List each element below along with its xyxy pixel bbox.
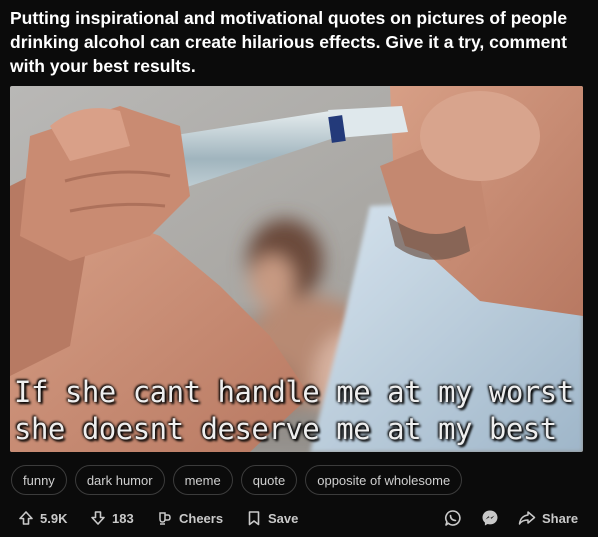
arrow-down-icon <box>91 511 105 525</box>
upvote-count: 5.9K <box>40 510 68 526</box>
bookmark-icon <box>248 511 260 526</box>
tag-quote[interactable]: quote <box>240 465 298 495</box>
downvote-button[interactable]: 183 <box>90 504 134 532</box>
arrow-up-icon <box>19 511 33 525</box>
tag-funny[interactable]: funny <box>11 465 67 495</box>
tag-meme[interactable]: meme <box>172 465 233 495</box>
post-card: Putting inspirational and motivational q… <box>0 0 598 537</box>
cheers-icon <box>159 512 171 525</box>
share-button[interactable]: Share <box>518 504 578 532</box>
downvote-count: 183 <box>112 510 134 526</box>
messenger-share-button[interactable] <box>481 504 499 532</box>
messenger-icon <box>482 510 498 526</box>
share-label: Share <box>542 510 579 526</box>
tag-dark-humor[interactable]: dark humor <box>74 465 165 495</box>
cheers-label: Cheers <box>179 510 224 526</box>
whatsapp-icon <box>444 510 461 526</box>
save-button[interactable]: Save <box>246 504 298 532</box>
tag-list: funny dark humor meme quote opposite of … <box>11 465 463 495</box>
post-title[interactable]: Putting inspirational and motivational q… <box>10 6 590 78</box>
whatsapp-share-button[interactable] <box>444 504 462 532</box>
meme-caption-line-1: If she cant handle me at my worst <box>14 375 574 409</box>
meme-caption-line-2: she doesnt deserve me at my best <box>14 412 557 446</box>
share-arrow-icon <box>518 511 536 525</box>
cheers-button[interactable]: Cheers <box>157 504 223 532</box>
post-image[interactable]: If she cant handle me at my worst she do… <box>10 86 583 452</box>
tag-opposite-of-wholesome[interactable]: opposite of wholesome <box>305 465 463 495</box>
action-bar: 5.9K 183 Cheers Save Share <box>0 504 598 532</box>
upvote-button[interactable]: 5.9K <box>18 504 67 532</box>
save-label: Save <box>268 510 299 526</box>
